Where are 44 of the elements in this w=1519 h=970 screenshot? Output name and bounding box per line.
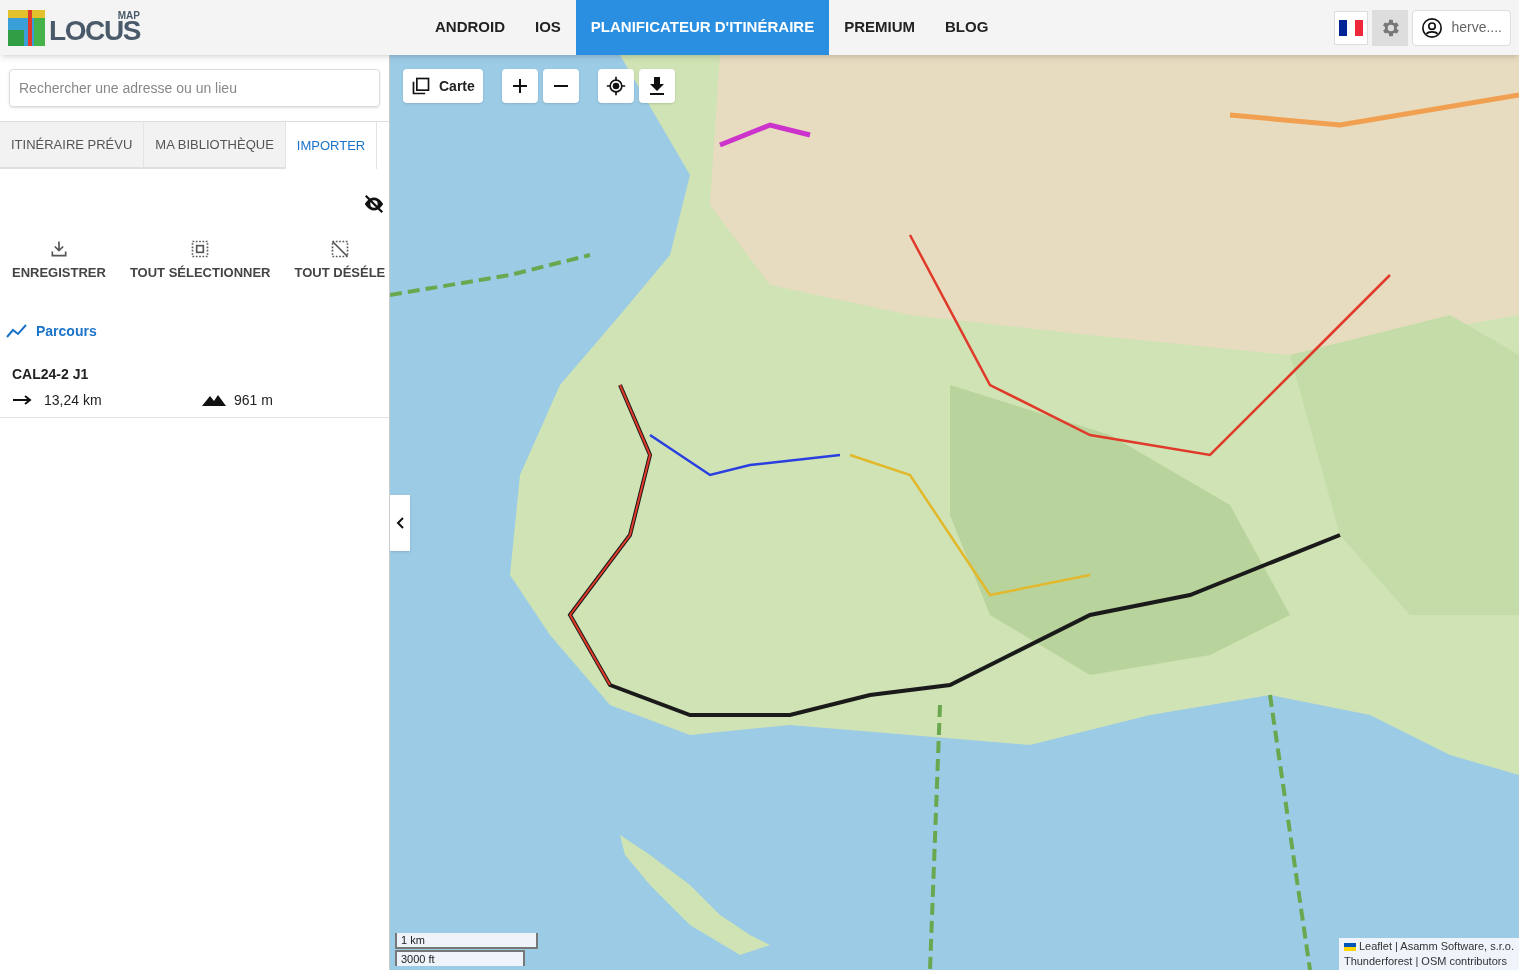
download-button[interactable] bbox=[638, 69, 675, 103]
layers-icon bbox=[411, 76, 431, 96]
attribution-text: Leaflet | Asamm Software, s.r.o. bbox=[1358, 939, 1514, 954]
layer-button[interactable]: Carte bbox=[403, 69, 483, 103]
zoom-in-button[interactable] bbox=[501, 69, 538, 103]
scale-bar: 1 km bbox=[395, 933, 538, 949]
action-button[interactable]: TOUT DÉSÉLE bbox=[294, 239, 386, 283]
scale-bar: 3000 ft bbox=[395, 950, 525, 966]
flag-icon bbox=[1339, 19, 1364, 36]
language-button[interactable] bbox=[1334, 10, 1369, 45]
tab[interactable]: MA BIBLIOTHÈQUE bbox=[144, 122, 286, 169]
chevron-left-icon bbox=[396, 517, 404, 529]
select-all-icon bbox=[190, 239, 211, 259]
settings-button[interactable] bbox=[1372, 9, 1409, 46]
track-item[interactable]: CAL24-2 J1 13,24 km 961 m bbox=[0, 363, 389, 418]
route-icon bbox=[6, 324, 28, 338]
download-icon bbox=[648, 77, 665, 95]
search-field[interactable]: Rechercher une adresse ou un lieu bbox=[9, 69, 380, 107]
nav-link[interactable]: IOS bbox=[520, 0, 576, 55]
logo-superscript: MAP bbox=[117, 10, 140, 21]
nav-link[interactable]: ANDROID bbox=[420, 0, 520, 55]
track-distance: 13,24 km bbox=[44, 390, 102, 410]
track-name: CAL24-2 J1 bbox=[12, 364, 90, 384]
section-title: Parcours bbox=[36, 321, 97, 341]
user-icon bbox=[1421, 16, 1444, 39]
arrow-icon bbox=[12, 395, 32, 405]
action-button[interactable]: TOUT SÉLECTIONNER bbox=[129, 239, 271, 283]
nav-link[interactable]: BLOG bbox=[930, 0, 1004, 55]
collapse-sidebar-button[interactable] bbox=[390, 495, 410, 551]
locate-button[interactable] bbox=[597, 69, 634, 103]
logo-icon bbox=[8, 9, 45, 46]
user-button[interactable]: herve.... bbox=[1412, 9, 1511, 46]
tab[interactable]: ITINÉRAIRE PRÉVU bbox=[0, 122, 145, 169]
zoom-out-button[interactable] bbox=[542, 69, 579, 103]
hidden-eye-icon[interactable] bbox=[362, 193, 386, 215]
attribution-text: Thunderforest | OSM contributors bbox=[1343, 954, 1508, 969]
locate-icon bbox=[605, 76, 626, 96]
flag-icon bbox=[1343, 942, 1356, 951]
plus-icon bbox=[512, 79, 527, 93]
action-button[interactable]: ENREGISTRER bbox=[12, 239, 106, 283]
mountain-icon bbox=[202, 394, 226, 406]
nav-link[interactable]: PREMIUM bbox=[829, 0, 930, 55]
track-elevation: 961 m bbox=[234, 390, 273, 410]
deselect-icon bbox=[329, 239, 350, 259]
